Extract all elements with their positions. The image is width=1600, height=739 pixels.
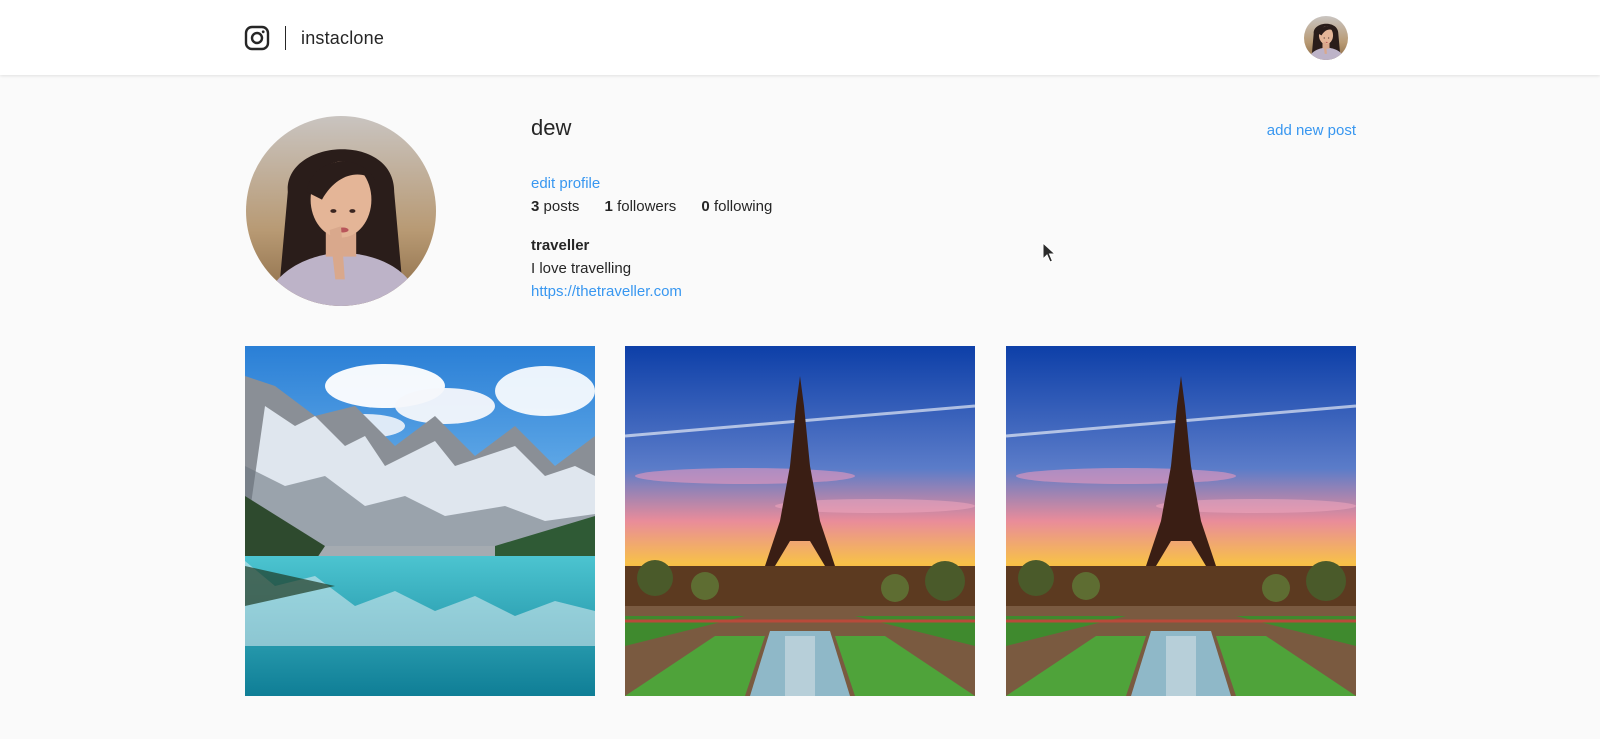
user-avatar-button[interactable] (1304, 16, 1348, 60)
app-name[interactable]: instaclone (301, 28, 384, 49)
post-tile[interactable] (1006, 346, 1356, 696)
instagram-logo-icon[interactable] (244, 25, 270, 51)
profile-avatar (246, 116, 436, 306)
brand[interactable]: instaclone (244, 24, 384, 52)
followers-label: followers (617, 198, 677, 215)
edit-profile-link[interactable]: edit profile (531, 175, 600, 192)
brand-divider (285, 26, 286, 50)
eiffel-tower-sunset-photo (1006, 346, 1356, 696)
bio-text: I love travelling (531, 260, 632, 277)
profile-info: dew edit profile 3 posts 1 followers 0 f… (531, 113, 772, 300)
profile-photo (246, 116, 436, 306)
bio-website-link[interactable]: https://thetraveller.com (531, 283, 682, 300)
posts-count: 3 (531, 198, 540, 215)
bio-name: traveller (531, 237, 590, 254)
top-navbar: instaclone (0, 0, 1600, 75)
add-new-post-link[interactable]: add new post (1267, 122, 1356, 139)
profile-stats: 3 posts 1 followers 0 following (531, 198, 793, 215)
followers-count: 1 (604, 198, 613, 215)
following-label: following (713, 198, 773, 215)
mountain-lake-photo (245, 346, 595, 696)
post-tile[interactable] (245, 346, 595, 696)
eiffel-tower-sunset-photo (625, 346, 975, 696)
posts-stat: 3 posts (531, 198, 579, 215)
following-count: 0 (701, 198, 710, 215)
profile-username: dew (531, 115, 572, 140)
posts-label: posts (543, 198, 580, 215)
following-stat[interactable]: 0 following (701, 198, 772, 215)
followers-stat[interactable]: 1 followers (605, 198, 677, 215)
avatar-photo (1304, 16, 1348, 60)
mouse-cursor-icon (1042, 242, 1056, 263)
post-tile[interactable] (625, 346, 975, 696)
